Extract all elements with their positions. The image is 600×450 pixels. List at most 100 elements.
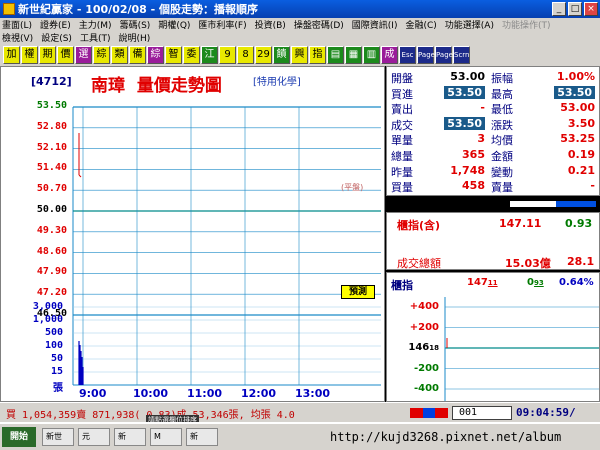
start-button[interactable]: 開始 [2,427,36,447]
menu-item[interactable]: 籌碼(S) [120,18,151,31]
quote-label: 賣出 [391,103,413,117]
quote-row: 昨量 1,748 變動 0.21 [387,164,600,179]
toolbar-button[interactable]: 8 [237,46,254,64]
time-tick-label: 11:00 [187,387,223,400]
toolbar-button[interactable]: 期 [39,46,56,64]
quote-label: 均價 [491,134,513,148]
quote-value: 3 [477,132,485,146]
price-tick-label: 50.00 [36,204,67,215]
volume-tick-label: 張 [53,383,63,394]
taskbar-task[interactable]: 新 [114,428,146,446]
toolbar-button[interactable]: 29 [255,46,272,64]
time-tick-label: 13:00 [295,387,331,400]
toolbar-button[interactable]: 江 [201,46,218,64]
clock: 09:04:59/ [516,406,576,419]
flat-price-tag: (平盤) [341,183,364,192]
quote-label: 單量 [391,134,413,148]
toolbar-button[interactable]: 綜 [147,46,164,64]
menu-item[interactable]: 期權(Q) [158,18,190,31]
price-tick-label: 51.40 [36,162,67,174]
toolbar-button[interactable]: ▤ [327,46,344,64]
time-tick-label: 10:00 [133,387,169,400]
menu-item[interactable]: 檢視(V) [2,31,33,44]
quote-value: 53.00 [450,70,485,83]
index-label: 櫃指(含) [397,219,441,232]
menu-bar: 畫面(L) 證券(E) 主力(M) 籌碼(S) 期權(Q) 匯市利率(F) 投資(B) 操盤密… [0,18,600,44]
quote-value: - [590,179,595,193]
toolbar-button[interactable]: 興 [291,46,308,64]
quote-value: 3.50 [567,116,595,130]
menu-row-primary: 畫面(L) 證券(E) 主力(M) 籌碼(S) 期權(Q) 匯市利率(F) 投資(B) 操盤密… [0,18,600,31]
otc-index-panel[interactable]: 櫃指(含) 147.11 0.93 成交總額 15.03億 28.1 [386,212,600,270]
taskbar-task[interactable]: 元 [78,428,110,446]
quote-row: 賣出 - 最低 53.00 [387,101,600,116]
quote-label: 賣量 [491,181,513,195]
watermark-url: http://kujd3268.pixnet.net/album [330,430,562,444]
toolbar-button[interactable]: 成 [381,46,398,64]
status-bar: 買 1,054,359賣 871,938( 0.83)成 53,346張, 均張… [0,402,600,425]
toolbar-button[interactable]: 權 [21,46,38,64]
price-tick-label: 48.60 [36,245,67,257]
menu-item[interactable]: 工具(T) [80,31,111,44]
quote-label: 昨量 [391,165,413,179]
menu-item[interactable]: 功能選擇(A) [445,18,494,31]
menu-item[interactable]: 證券(E) [40,18,71,31]
toolbar-button[interactable]: 備 [129,46,146,64]
taskbar: 開始 新世元新 M 新 http://kujd3268.pixnet.net/alb… [0,422,600,450]
quote-row: 單量 3 均價 53.25 [387,132,600,147]
quote-value: 458 [462,179,485,193]
toolbar-button[interactable]: 饋 [273,46,290,64]
quote-value: 53.50 [444,85,485,99]
toolbar-button[interactable]: ▦ [345,46,362,64]
menu-item[interactable]: 功能操作(T) [502,18,551,31]
toolbar-button[interactable]: 9 [219,46,236,64]
stock-code-input[interactable]: 001 [452,406,512,420]
toolbar-button[interactable]: Page [417,46,435,64]
quote-label: 最低 [491,103,513,117]
forecast-badge[interactable]: 預測 [341,285,375,299]
toolbar-button[interactable]: 加 [3,46,20,64]
taskbar-task[interactable]: 新世 [42,428,74,446]
menu-item[interactable]: 操盤密碼(D) [294,18,344,31]
toolbar-button[interactable]: Page [435,46,453,64]
quote-value: 53.50 [444,116,485,130]
toolbar-button[interactable]: 類 [111,46,128,64]
toolbar-button[interactable]: 價 [57,46,74,64]
menu-item[interactable]: 國際資訊(I) [352,18,398,31]
toolbar-button[interactable]: Scrn [453,46,470,64]
menu-item[interactable]: 畫面(L) [2,18,32,31]
quote-label: 買進 [391,87,413,101]
taskbar-task[interactable]: 新 [186,428,218,446]
toolbar-button[interactable]: ▥ [363,46,380,64]
menu-item[interactable]: 設定(S) [41,31,72,44]
mini-scale-label: -400 [413,383,439,394]
time-tick-label: 12:00 [241,387,277,400]
close-button[interactable]: × [584,2,598,16]
turnover-change: 28.1 [567,255,595,268]
menu-item[interactable]: 匯市利率(F) [198,18,246,31]
toolbar-button[interactable]: 選 [75,46,92,64]
price-volume-chart[interactable]: [4712] 南璋 量價走勢圖 [特用化學] 53.50 52.80 52.10 51… [0,66,385,402]
quote-value: - [480,101,485,115]
toolbar-button[interactable]: 智 [165,46,182,64]
menu-item[interactable]: 主力(M) [79,18,112,31]
toolbar-button[interactable]: Esc [399,46,416,64]
quote-value: 53.25 [560,132,595,146]
otc-index-mini-chart[interactable]: 櫃指 14711 093 0.64% +400 +200 14618 -200 -400 [386,272,600,402]
toolbar-button[interactable]: 綜 [93,46,110,64]
toolbar-button[interactable]: 委 [183,46,200,64]
quote-value: 53.00 [560,101,595,115]
menu-item[interactable]: 金融(C) [405,18,436,31]
price-tick-label: 52.80 [36,120,67,132]
volume-tick-label: 100 [44,340,63,351]
menu-item[interactable]: 說明(H) [118,31,150,44]
maximize-button[interactable]: □ [568,2,582,16]
menu-item[interactable]: 投資(B) [255,18,286,31]
taskbar-task[interactable]: M [150,428,182,446]
price-tick-label: 52.10 [36,141,67,153]
mini-scale-label: +400 [409,301,439,312]
toolbar: 加權期價選綜類備綜智委江 9 8 29 饋興指 ▤ ▦ ▥ 成 Esc Page Page Scrn [0,44,600,66]
toolbar-button[interactable]: 指 [309,46,326,64]
minimize-button[interactable]: _ [552,2,566,16]
title-bar: 新世紀贏家 - 100/02/08 - 個股走勢：播報順序 _ □ × [0,0,600,18]
